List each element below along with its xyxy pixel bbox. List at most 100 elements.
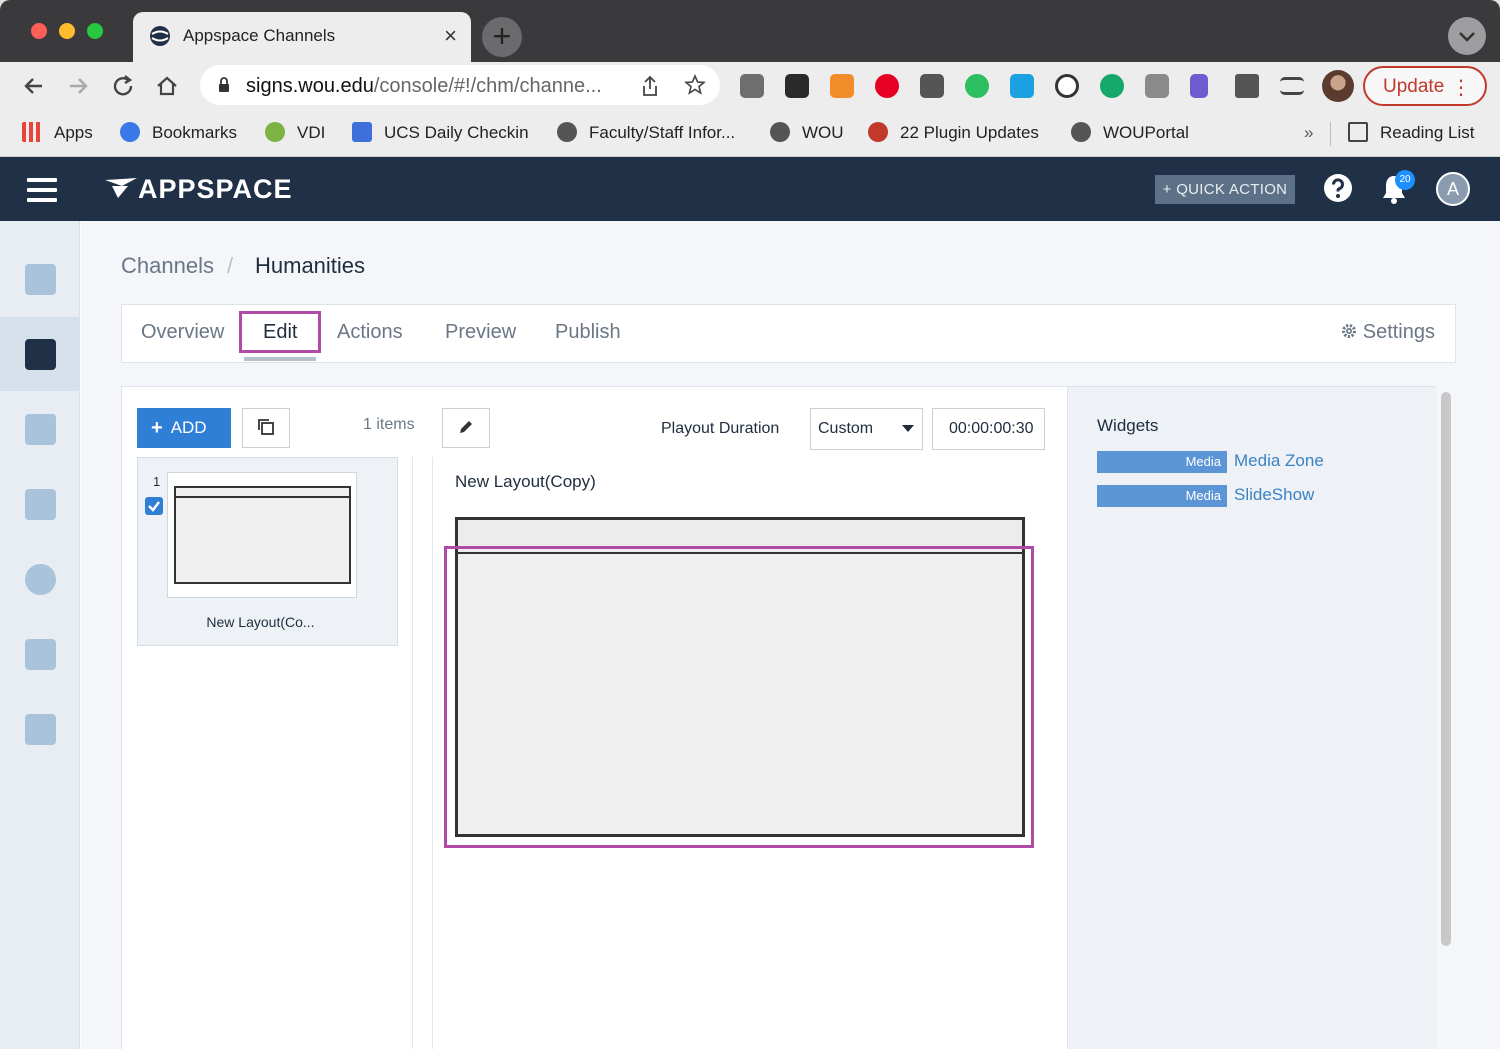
copy-icon xyxy=(258,418,274,435)
extension-circle-icon[interactable] xyxy=(1055,74,1079,98)
main-content: Channels / Humanities Overview Edit Acti… xyxy=(81,221,1500,1049)
playlist-item[interactable]: 1 New Layout(Co... xyxy=(137,457,398,646)
bookmark-faculty-staff[interactable]: Faculty/Staff Infor... xyxy=(557,121,735,145)
bookmark-plugin-updates[interactable]: 22 Plugin Updates xyxy=(868,121,1039,145)
bookmark-ucs-daily-checkin[interactable]: UCS Daily Checkin xyxy=(352,121,529,145)
nav-dashboard[interactable] xyxy=(0,242,80,316)
extensions-puzzle-icon[interactable] xyxy=(1235,74,1259,98)
bookmark-apps[interactable]: Apps xyxy=(22,121,93,145)
extension-analytics-icon[interactable] xyxy=(830,74,854,98)
browser-chrome: Appspace Channels × + signs.wou.edu/cons… xyxy=(0,0,1500,157)
vertical-scrollbar[interactable] xyxy=(1441,392,1451,946)
extension-checkbox-icon[interactable] xyxy=(1010,74,1034,98)
nav-library[interactable] xyxy=(0,392,80,466)
media-queue-icon[interactable] xyxy=(1280,77,1304,95)
reload-icon[interactable] xyxy=(109,72,137,100)
edit-layout-button[interactable] xyxy=(442,408,490,448)
tab-edit[interactable]: Edit xyxy=(263,321,297,344)
widget-name[interactable]: SlideShow xyxy=(1234,485,1314,505)
user-avatar[interactable]: A xyxy=(1436,172,1470,206)
address-bar[interactable]: signs.wou.edu/console/#!/chm/channe... xyxy=(200,65,720,105)
app-header: APPSPACE + QUICK ACTION 20 A xyxy=(0,157,1500,221)
items-count: 1 items xyxy=(363,416,415,433)
bookmark-bookmarks[interactable]: Bookmarks xyxy=(120,121,237,145)
globe-icon xyxy=(1071,122,1091,142)
extension-evernote-icon[interactable] xyxy=(965,74,989,98)
bookmark-vdi[interactable]: VDI xyxy=(265,121,325,145)
hamburger-menu-icon[interactable] xyxy=(27,178,57,202)
bookmark-wouportal[interactable]: WOUPortal xyxy=(1071,121,1189,145)
minimize-window-icon[interactable] xyxy=(59,23,75,39)
nav-automation[interactable] xyxy=(0,692,80,766)
quick-action-button[interactable]: + QUICK ACTION xyxy=(1155,175,1295,204)
playlist-editor: + ADD 1 items Playout Duration Custom 00:… xyxy=(121,386,1437,1049)
star-icon xyxy=(120,122,140,142)
extension-password-icon[interactable] xyxy=(785,74,809,98)
tab-overview[interactable]: Overview xyxy=(141,321,224,344)
tab-actions[interactable]: Actions xyxy=(337,321,403,344)
home-icon[interactable] xyxy=(153,72,181,100)
playlist-item-number: 1 xyxy=(153,474,161,489)
extension-copy-icon[interactable] xyxy=(920,74,944,98)
nav-channels[interactable] xyxy=(0,317,80,391)
add-item-button[interactable]: + ADD xyxy=(137,408,231,448)
reading-list-button[interactable]: Reading List xyxy=(1348,121,1475,145)
lightning-bolt-icon xyxy=(25,714,56,745)
widget-name[interactable]: Media Zone xyxy=(1234,451,1324,471)
bookmarks-overflow-icon[interactable]: » xyxy=(1304,121,1313,145)
play-media-icon xyxy=(25,489,56,520)
tab-search-button[interactable] xyxy=(1448,17,1486,55)
extension-grammarly-icon[interactable] xyxy=(1100,74,1124,98)
star-bookmark-icon[interactable] xyxy=(684,74,706,96)
close-window-icon[interactable] xyxy=(31,23,47,39)
tab-strip: Appspace Channels × + xyxy=(0,0,1500,62)
tab-title: Appspace Channels xyxy=(183,26,336,45)
appspace-favicon-icon xyxy=(150,26,170,46)
nav-tasks[interactable] xyxy=(0,617,80,691)
lock-icon[interactable] xyxy=(218,77,230,93)
url-text[interactable]: signs.wou.edu/console/#!/chm/channe... xyxy=(246,75,602,98)
playout-duration-input[interactable]: 00:00:00:30 xyxy=(932,408,1045,450)
gear-icon xyxy=(1341,324,1356,338)
share-icon[interactable] xyxy=(640,75,660,97)
nav-devices[interactable] xyxy=(0,467,80,541)
form-icon xyxy=(352,122,372,142)
playout-duration-label: Playout Duration xyxy=(661,420,780,437)
tab-publish[interactable]: Publish xyxy=(555,321,621,344)
extension-pinterest-icon[interactable] xyxy=(875,74,899,98)
chevron-down-icon xyxy=(1459,32,1475,42)
users-group-icon xyxy=(25,564,56,595)
breadcrumb-channels-link[interactable]: Channels xyxy=(121,253,214,279)
playout-duration-select[interactable]: Custom xyxy=(810,408,923,450)
duplicate-button[interactable] xyxy=(242,408,290,448)
tab-close-icon[interactable]: × xyxy=(444,23,457,49)
image-icon xyxy=(25,414,56,445)
breadcrumb-separator: / xyxy=(227,253,234,278)
appspace-logo[interactable]: APPSPACE xyxy=(104,174,293,204)
extension-code-icon[interactable] xyxy=(1145,74,1169,98)
playlist-item-checkbox[interactable] xyxy=(145,497,163,515)
main-zone-highlight[interactable] xyxy=(444,546,1034,848)
apps-grid-icon xyxy=(22,122,42,142)
browser-tab[interactable]: Appspace Channels × xyxy=(133,12,471,62)
more-vert-icon[interactable]: ⋮ xyxy=(1451,75,1471,100)
forward-arrow-icon[interactable] xyxy=(64,72,92,100)
layout-thumbnail[interactable] xyxy=(167,472,357,598)
update-button[interactable]: Update ⋮ xyxy=(1363,66,1487,106)
column-divider xyxy=(432,457,433,1049)
extension-book-icon[interactable] xyxy=(1190,74,1208,98)
dashboard-activity-icon xyxy=(25,264,56,295)
settings-link[interactable]: Settings xyxy=(1341,321,1435,344)
tab-preview[interactable]: Preview xyxy=(445,321,516,344)
profile-avatar[interactable] xyxy=(1322,70,1354,102)
new-tab-button[interactable]: + xyxy=(482,17,522,57)
reading-list-icon xyxy=(1348,122,1368,142)
bookmark-wou[interactable]: WOU xyxy=(770,121,844,145)
help-icon[interactable] xyxy=(1323,173,1353,203)
widget-type-tag: Media xyxy=(1097,485,1227,507)
back-arrow-icon[interactable] xyxy=(20,72,48,100)
maximize-window-icon[interactable] xyxy=(87,23,103,39)
notification-count-badge: 20 xyxy=(1395,170,1415,190)
extension-stickies-icon[interactable] xyxy=(740,74,764,98)
nav-users[interactable] xyxy=(0,542,80,616)
